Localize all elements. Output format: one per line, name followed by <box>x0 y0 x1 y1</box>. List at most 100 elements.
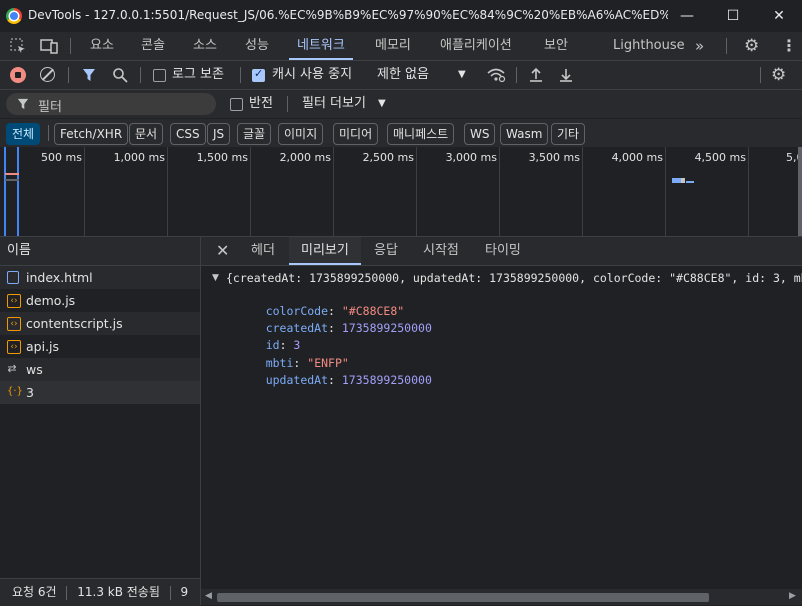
timeline-tick-label: 1,000 ms <box>113 151 165 164</box>
throttling-select[interactable]: 제한 없음 <box>377 61 429 89</box>
type-filter-ws[interactable]: WS <box>464 123 496 145</box>
request-name: index.html <box>26 270 93 285</box>
divider <box>66 585 68 600</box>
horizontal-scrollbar[interactable]: ◀ ▶ <box>201 589 802 605</box>
field-value: 1735899250000 <box>341 321 432 335</box>
fetch-icon: {·} <box>7 386 23 397</box>
type-filter-doc[interactable]: 문서 <box>129 123 164 145</box>
status-more: 9 <box>180 585 189 599</box>
type-filter-js[interactable]: JS <box>207 123 231 145</box>
filter-row: 필터 반전 필터 더보기 ▼ <box>0 90 802 118</box>
field-value: 1735899250000 <box>341 373 432 387</box>
timeline-tick-label: 2,500 ms <box>362 151 414 164</box>
network-conditions-wifi-icon[interactable] <box>486 67 506 86</box>
divider <box>760 67 761 83</box>
close-window-button[interactable]: ✕ <box>756 0 802 32</box>
clear-icon[interactable] <box>40 67 55 82</box>
request-detail-pane: ✕ 헤더 미리보기 응답 시작점 타이밍 ▼ {createdAt: 17358… <box>201 237 802 605</box>
timeline-gridline <box>748 147 749 236</box>
more-filters-chevron-down-icon[interactable]: ▼ <box>378 90 386 118</box>
tab-elements[interactable]: 요소 <box>90 32 114 60</box>
scroll-left-arrow-icon[interactable]: ◀ <box>205 591 212 601</box>
timeline-overview[interactable]: 500 ms 1,000 ms 1,500 ms 2,000 ms 2,500 … <box>0 147 802 237</box>
minimize-button[interactable]: — <box>664 0 710 32</box>
request-list: 이름 index.html ‹› demo.js ‹› contentscrip… <box>0 237 201 606</box>
tab-security[interactable]: 보안 <box>544 32 568 60</box>
disable-cache-checkbox[interactable] <box>252 67 265 82</box>
tab-initiator[interactable]: 시작점 <box>423 237 459 265</box>
preview-summary[interactable]: {createdAt: 1735899250000, updatedAt: 17… <box>226 271 802 285</box>
type-filter-css[interactable]: CSS <box>170 123 206 145</box>
maximize-button[interactable]: ☐ <box>710 0 756 32</box>
network-settings-gear-icon[interactable]: ⚙ <box>771 61 786 89</box>
invert-checkbox[interactable] <box>230 98 243 111</box>
name-column-header[interactable]: 이름 <box>0 237 200 266</box>
script-icon: ‹› <box>7 294 21 308</box>
filter-input[interactable]: 필터 <box>6 93 216 115</box>
tab-sources[interactable]: 소스 <box>193 32 217 60</box>
type-filter-fetch-xhr[interactable]: Fetch/XHR <box>54 123 129 145</box>
inspect-element-icon[interactable] <box>10 32 26 64</box>
request-bar <box>5 179 19 181</box>
settings-gear-icon[interactable]: ⚙ <box>744 32 759 60</box>
divider <box>48 125 49 141</box>
type-filter-other[interactable]: 기타 <box>551 123 586 145</box>
export-har-download-icon[interactable] <box>558 67 574 86</box>
tab-preview[interactable]: 미리보기 <box>289 237 361 265</box>
window-title: DevTools - 127.0.0.1:5501/Request_JS/06.… <box>28 8 668 22</box>
request-row-api-js[interactable]: ‹› api.js <box>0 335 200 358</box>
tab-console[interactable]: 콘솔 <box>141 32 165 60</box>
timeline-gridline <box>416 147 417 236</box>
timeline-gridline <box>665 147 666 236</box>
preserve-log-checkbox[interactable] <box>153 69 166 82</box>
disable-cache-label[interactable]: 캐시 사용 중지 <box>272 61 352 89</box>
dom-content-loaded-marker <box>4 147 6 236</box>
filter-funnel-icon[interactable] <box>82 68 96 85</box>
import-har-upload-icon[interactable] <box>528 67 544 86</box>
websocket-icon: ⇄ <box>7 362 17 375</box>
tab-response[interactable]: 응답 <box>374 237 398 265</box>
request-row-index-html[interactable]: index.html <box>0 266 200 289</box>
type-filter-wasm[interactable]: Wasm <box>500 123 549 145</box>
tab-memory[interactable]: 메모리 <box>375 32 411 60</box>
more-tabs-chevron-icon[interactable]: » <box>695 32 704 60</box>
tab-network[interactable]: 네트워크 <box>289 32 353 60</box>
record-stop-icon[interactable] <box>10 67 26 83</box>
tab-timing[interactable]: 타이밍 <box>485 237 521 265</box>
more-options-icon[interactable]: ⋮ <box>781 32 797 60</box>
chrome-logo-icon <box>6 8 22 24</box>
type-filter-all[interactable]: 전체 <box>6 123 41 145</box>
detail-tab-bar: ✕ 헤더 미리보기 응답 시작점 타이밍 <box>201 237 802 266</box>
invert-label[interactable]: 반전 <box>249 90 273 118</box>
preserve-log-label[interactable]: 로그 보존 <box>172 61 224 89</box>
tab-performance[interactable]: 성능 <box>245 32 269 60</box>
timeline-gridline <box>84 147 85 236</box>
divider <box>140 67 141 83</box>
tab-headers[interactable]: 헤더 <box>251 237 275 265</box>
request-row-demo-js[interactable]: ‹› demo.js <box>0 289 200 312</box>
more-filters-dropdown[interactable]: 필터 더보기 <box>302 90 366 118</box>
expand-triangle-icon[interactable]: ▼ <box>212 273 219 283</box>
tab-lighthouse[interactable]: Lighthouse <box>613 32 685 60</box>
search-icon[interactable] <box>112 67 128 86</box>
type-filter-img[interactable]: 이미지 <box>278 123 324 145</box>
close-detail-icon[interactable]: ✕ <box>216 237 229 265</box>
request-name: demo.js <box>26 293 76 308</box>
request-row-contentscript-js[interactable]: ‹› contentscript.js <box>0 312 200 335</box>
divider <box>516 67 517 83</box>
scroll-right-arrow-icon[interactable]: ▶ <box>789 591 796 601</box>
scrollbar-thumb[interactable] <box>217 593 709 602</box>
request-row-3[interactable]: {·} 3 <box>0 381 200 404</box>
device-toolbar-icon[interactable] <box>40 32 58 64</box>
type-filter-font[interactable]: 글꼴 <box>237 123 272 145</box>
request-row-ws[interactable]: ⇄ ws <box>0 358 200 381</box>
type-filter-media[interactable]: 미디어 <box>333 123 379 145</box>
throttling-chevron-down-icon[interactable]: ▼ <box>458 61 466 89</box>
timeline-tick-label: 2,000 ms <box>279 151 331 164</box>
divider <box>240 67 241 83</box>
timeline-scrollbar[interactable] <box>798 147 802 236</box>
tab-application[interactable]: 애플리케이션 <box>440 32 512 60</box>
request-bar <box>5 173 19 175</box>
divider <box>726 38 727 54</box>
type-filter-manifest[interactable]: 매니페스트 <box>387 123 455 145</box>
